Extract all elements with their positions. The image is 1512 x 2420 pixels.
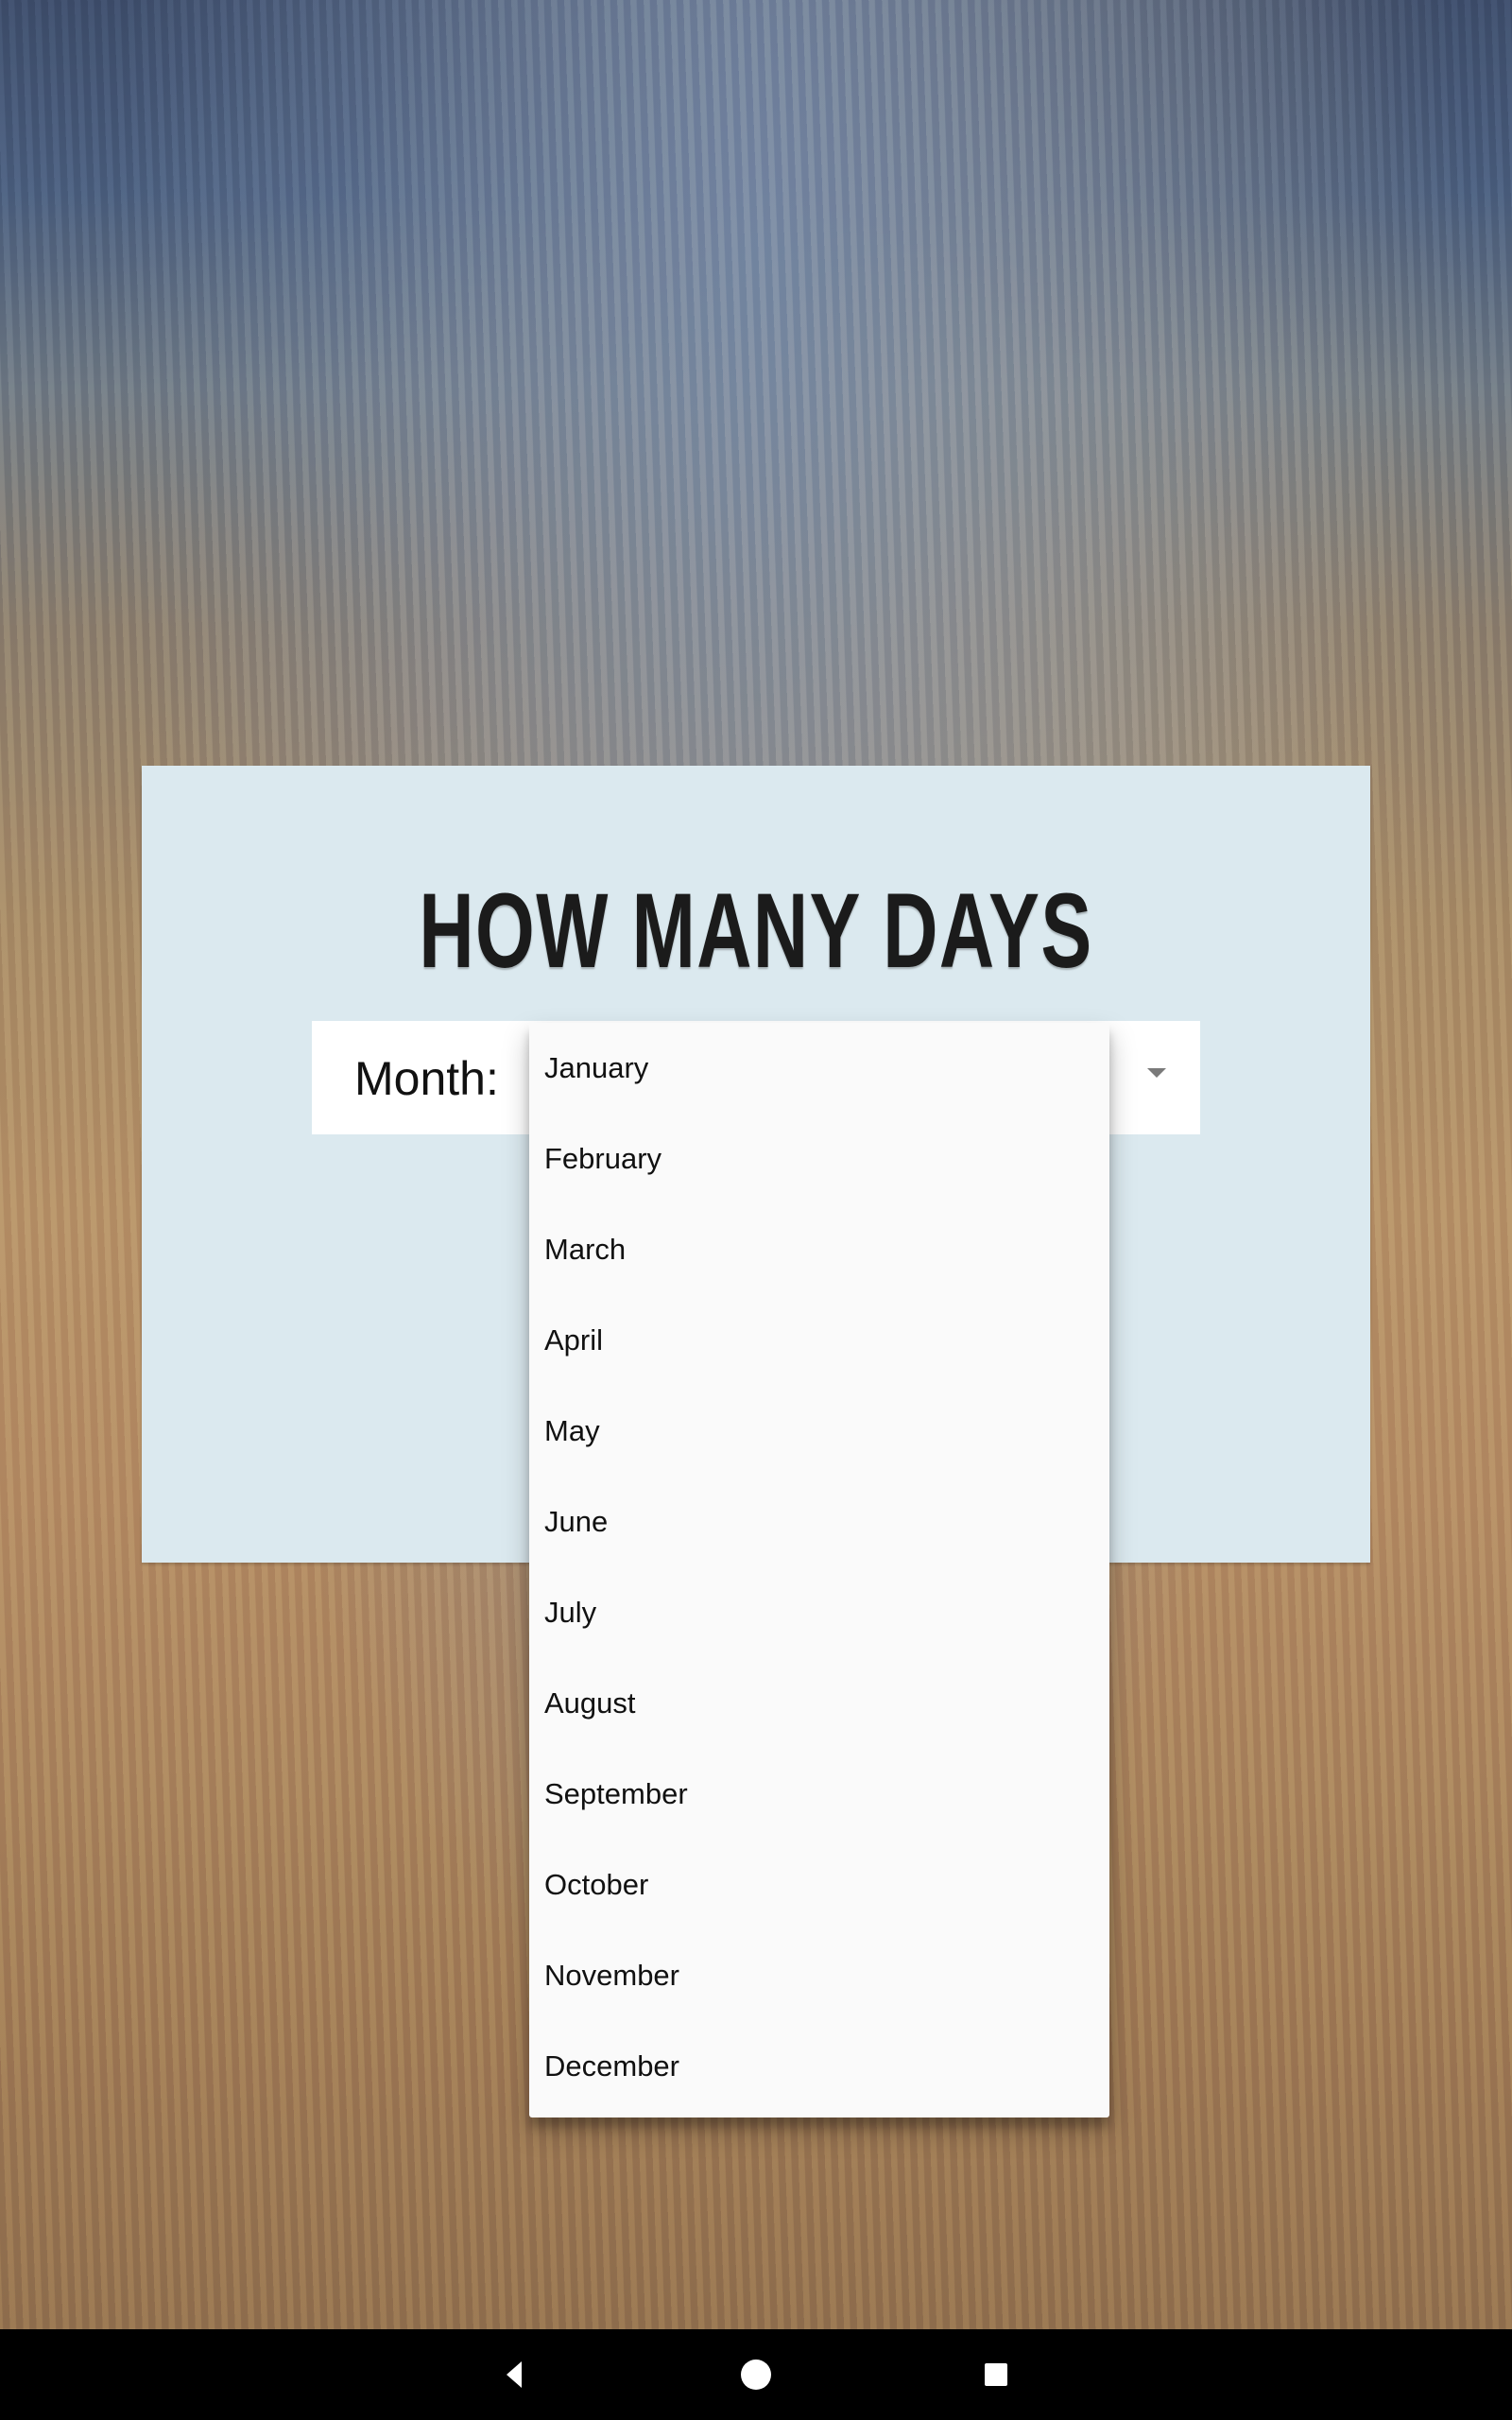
month-option[interactable]: October	[544, 1840, 648, 1930]
month-label: Month:	[354, 1052, 499, 1105]
month-option[interactable]: April	[544, 1295, 603, 1386]
month-option[interactable]: December	[544, 2021, 679, 2112]
month-option[interactable]: January	[544, 1023, 648, 1114]
month-option[interactable]: November	[544, 1930, 679, 2021]
chevron-down-icon[interactable]	[1147, 1068, 1166, 1078]
system-navigation-bar	[0, 2329, 1512, 2420]
recent-apps-icon[interactable]	[973, 2352, 1019, 2397]
month-option[interactable]: July	[544, 1567, 596, 1658]
month-option[interactable]: June	[544, 1477, 608, 1567]
back-icon[interactable]	[491, 2352, 537, 2397]
month-dropdown[interactable]: January February March April May June Ju…	[529, 1023, 1109, 2118]
month-option[interactable]: March	[544, 1204, 626, 1295]
home-icon[interactable]	[733, 2352, 779, 2397]
app-title: HOW MANY DAYS	[419, 872, 1093, 990]
month-option[interactable]: February	[544, 1114, 662, 1204]
month-option[interactable]: September	[544, 1749, 688, 1840]
month-option[interactable]: August	[544, 1658, 636, 1749]
month-option[interactable]: May	[544, 1386, 600, 1477]
